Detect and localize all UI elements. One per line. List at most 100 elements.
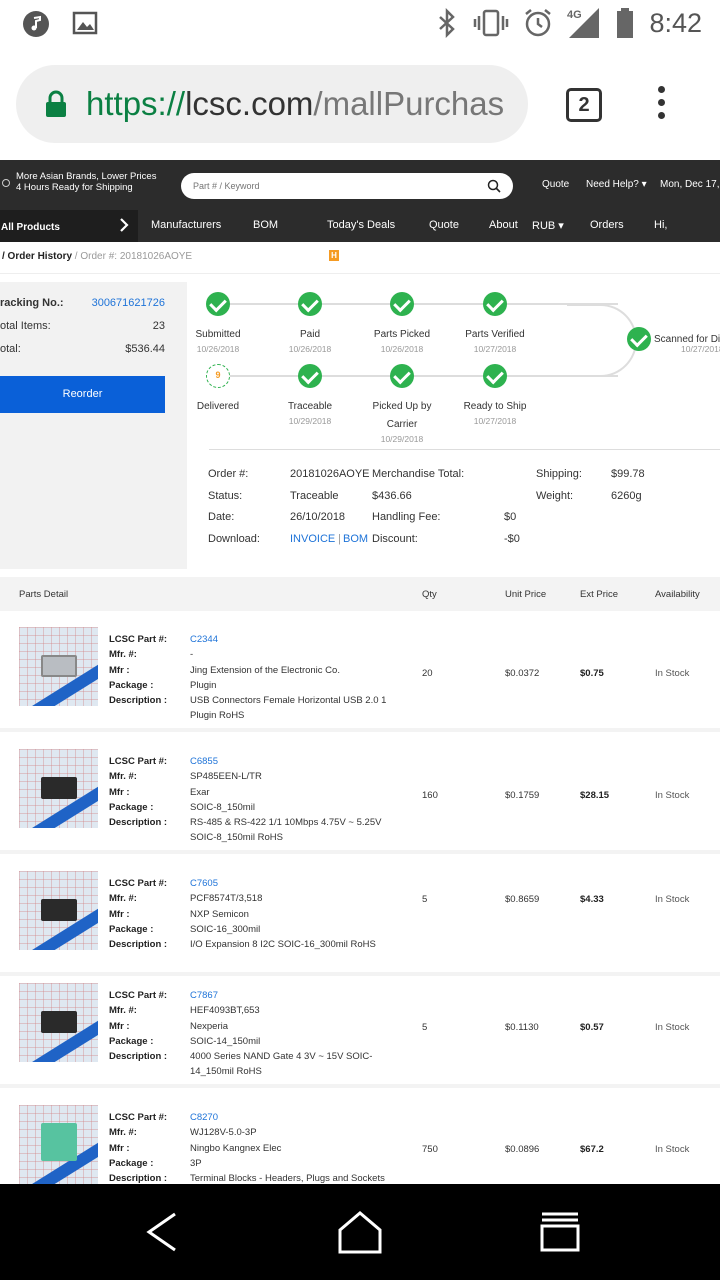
label-mfr: Mfr : bbox=[109, 664, 130, 676]
nav-currency[interactable]: RUB ▾ bbox=[532, 219, 564, 232]
caret-down-icon: ▾ bbox=[641, 179, 647, 190]
label-mfr: Mfr : bbox=[109, 1020, 130, 1032]
bluetooth-icon bbox=[439, 8, 456, 38]
weight-label: Weight: bbox=[536, 490, 574, 502]
image-icon bbox=[72, 11, 98, 35]
component-image bbox=[41, 655, 77, 677]
part-field-labels: LCSC Part #: Mfr. #: Mfr : Package : Descrip… bbox=[109, 876, 167, 952]
help-badge-icon[interactable]: H bbox=[329, 250, 339, 261]
handling-fee-label: Handling Fee: bbox=[372, 511, 441, 523]
tracking-label: racking No.: bbox=[0, 297, 64, 309]
part-thumbnail[interactable] bbox=[19, 627, 98, 706]
step-date: 10/27/2018 bbox=[473, 344, 517, 354]
part-thumbnail[interactable] bbox=[19, 983, 98, 1062]
quote-link[interactable]: Quote bbox=[542, 179, 569, 190]
part-number-link[interactable]: C7867 bbox=[190, 988, 395, 1003]
main-nav: All Products Manufacturers BOM Today's D… bbox=[0, 210, 720, 242]
address-bar[interactable]: https://lcsc.com/mallPurchas bbox=[16, 65, 528, 143]
link-separator: | bbox=[338, 533, 341, 545]
check-icon bbox=[627, 327, 651, 351]
battery-icon bbox=[617, 8, 634, 38]
breadcrumb-order-number: / Order #: 20181026AOYE bbox=[72, 251, 193, 262]
component-image bbox=[41, 1011, 77, 1033]
search-icon[interactable] bbox=[487, 179, 501, 193]
label-lcsc-part: LCSC Part #: bbox=[109, 990, 168, 1001]
part-thumbnail[interactable] bbox=[19, 871, 98, 950]
handling-fee-value: $0 bbox=[504, 511, 517, 523]
package: Plugin bbox=[190, 679, 217, 691]
part-number-link[interactable]: C8270 bbox=[190, 1110, 395, 1125]
mfr-number: SP485EEN-L/TR bbox=[190, 771, 262, 783]
order-number-value: 20181026AOYE bbox=[290, 468, 370, 480]
status-label: Status: bbox=[208, 490, 243, 502]
step-name: Picked Up by Carrier bbox=[372, 401, 432, 430]
part-field-labels: LCSC Part #: Mfr. #: Mfr : Package : Descrip… bbox=[109, 632, 167, 708]
manufacturer: Jing Extension of the Electronic Co. bbox=[190, 664, 340, 676]
home-icon[interactable] bbox=[336, 1210, 384, 1254]
merchandise-total-value: $436.66 bbox=[372, 490, 412, 502]
part-thumbnail[interactable] bbox=[19, 1105, 98, 1184]
step-name: Parts Verified bbox=[465, 329, 525, 340]
discount-label: Discount: bbox=[372, 533, 418, 545]
date-label: Date: bbox=[208, 511, 235, 523]
search-input[interactable] bbox=[181, 173, 461, 199]
nav-about[interactable]: About bbox=[489, 219, 518, 231]
check-icon bbox=[298, 292, 322, 316]
label-mfr: Mfr : bbox=[109, 786, 130, 798]
qty: 20 bbox=[422, 668, 433, 679]
package: 3P bbox=[190, 1157, 202, 1169]
order-summary-panel: racking No.: 300671621726 otal Items: 23… bbox=[0, 282, 187, 569]
nav-user-greeting[interactable]: Hi, bbox=[654, 219, 667, 231]
more-options-icon[interactable] bbox=[658, 86, 670, 125]
mfr-number: PCF8574T/3,518 bbox=[190, 893, 263, 905]
unit-price: $0.0372 bbox=[505, 668, 540, 679]
part-thumbnail[interactable] bbox=[19, 749, 98, 828]
all-products-menu[interactable]: All Products bbox=[0, 210, 138, 242]
part-number-link[interactable]: C7605 bbox=[190, 876, 395, 891]
label-description: Description : bbox=[109, 695, 168, 707]
tracking-number-link[interactable]: 300671621726 bbox=[92, 297, 165, 309]
part-field-values: C7867 HEF4093BT,653 Nexperia SOIC-14_150mil… bbox=[190, 988, 395, 1080]
label-mfr-number: Mfr. #: bbox=[109, 893, 137, 905]
description: I/O Expansion 8 I2C SOIC-16_300mil RoHS bbox=[190, 939, 376, 951]
weight-value: 6260g bbox=[611, 490, 642, 502]
breadcrumb-order-history[interactable]: / Order History bbox=[2, 251, 72, 262]
status-bar: 4G 8:42 bbox=[0, 0, 720, 50]
need-help-menu[interactable]: Need Help? ▾ bbox=[586, 179, 647, 190]
nav-manufacturers[interactable]: Manufacturers bbox=[151, 219, 221, 231]
nav-quote[interactable]: Quote bbox=[429, 219, 459, 231]
system-navigation-bar bbox=[0, 1184, 720, 1280]
nav-bom[interactable]: BOM bbox=[253, 219, 278, 231]
manufacturer: Exar bbox=[190, 786, 210, 798]
part-number-link[interactable]: C6855 bbox=[190, 754, 395, 769]
step-scanned: Scanned for Di 10/27/2018 bbox=[627, 327, 720, 354]
component-image bbox=[41, 899, 77, 921]
chevron-right-icon bbox=[120, 218, 129, 232]
site-header: More Asian Brands, Lower Prices 4 Hours … bbox=[0, 160, 720, 210]
label-description: Description : bbox=[109, 1051, 168, 1063]
label-mfr-number: Mfr. #: bbox=[109, 1005, 137, 1017]
recent-apps-icon[interactable] bbox=[538, 1212, 582, 1252]
label-mfr: Mfr : bbox=[109, 1142, 130, 1154]
clock: 8:42 bbox=[649, 7, 702, 38]
url-host: lcsc.com bbox=[185, 85, 314, 122]
package: SOIC-16_300mil bbox=[190, 923, 261, 935]
nav-todays-deals[interactable]: Today's Deals bbox=[327, 219, 395, 231]
label-lcsc-part: LCSC Part #: bbox=[109, 756, 168, 767]
part-number-link[interactable]: C2344 bbox=[190, 632, 395, 647]
invoice-link[interactable]: INVOICE bbox=[290, 533, 335, 545]
reorder-button[interactable]: Reorder bbox=[0, 376, 165, 413]
nav-orders[interactable]: Orders bbox=[590, 219, 624, 231]
breadcrumb: / Order History / Order #: 20181026AOYE … bbox=[0, 242, 720, 274]
unit-price: $0.8659 bbox=[505, 894, 540, 905]
component-image bbox=[41, 777, 77, 799]
ext-price: $67.2 bbox=[580, 1144, 604, 1155]
tab-switcher-button[interactable]: 2 bbox=[566, 88, 602, 122]
qty: 5 bbox=[422, 1022, 428, 1033]
component-image bbox=[41, 1123, 77, 1161]
table-row: LCSC Part #: Mfr. #: Mfr : Package : Descrip… bbox=[0, 736, 720, 854]
bom-link[interactable]: BOM bbox=[343, 533, 368, 545]
label-mfr-number: Mfr. #: bbox=[109, 649, 137, 661]
label-lcsc-part: LCSC Part #: bbox=[109, 878, 168, 889]
back-icon[interactable] bbox=[143, 1210, 183, 1254]
